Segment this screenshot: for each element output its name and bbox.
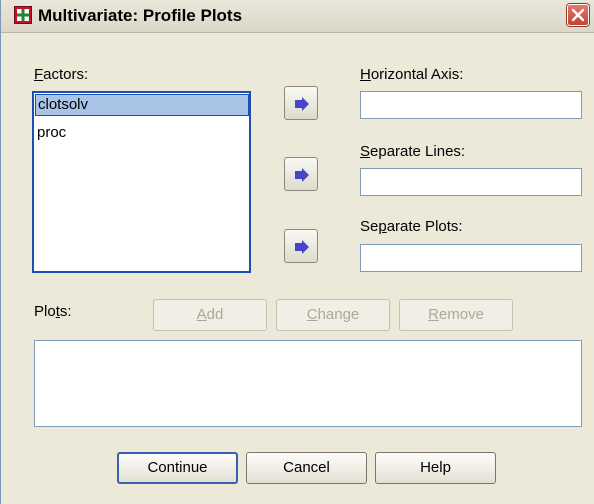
change-button[interactable]: Change (276, 299, 390, 331)
arrow-right-icon (295, 97, 309, 111)
spss-dialog-icon (14, 6, 32, 24)
move-to-separate-lines-button[interactable] (284, 157, 318, 191)
factor-item-label: clotsolv (38, 96, 89, 113)
separate-lines-field[interactable] (360, 168, 582, 196)
plots-listbox[interactable] (34, 340, 582, 427)
move-to-separate-plots-button[interactable] (284, 229, 318, 263)
arrow-right-icon (295, 168, 309, 182)
help-button[interactable]: Help (375, 452, 496, 484)
title-bar[interactable]: Multivariate: Profile Plots (1, 0, 594, 33)
cancel-button[interactable]: Cancel (246, 452, 367, 484)
move-to-horizontal-axis-button[interactable] (284, 86, 318, 120)
close-button[interactable] (567, 4, 589, 26)
factor-item-label: proc (37, 124, 67, 141)
continue-button[interactable]: Continue (117, 452, 238, 484)
plots-label: Plots: (34, 303, 72, 320)
window-title: Multivariate: Profile Plots (38, 6, 243, 25)
horizontal-axis-label: Horizontal Axis: (360, 66, 464, 83)
horizontal-axis-field[interactable] (360, 91, 582, 119)
list-item[interactable]: clotsolv (35, 94, 249, 116)
separate-plots-label: Separate Plots: (360, 218, 463, 235)
add-button[interactable]: Add (153, 299, 267, 331)
list-item[interactable]: proc (35, 122, 249, 144)
separate-lines-label: Separate Lines: (360, 143, 466, 160)
profile-plots-dialog: Multivariate: Profile Plots Factors: clo… (0, 0, 594, 504)
remove-button[interactable]: Remove (399, 299, 513, 331)
factors-label: Factors: (34, 66, 89, 83)
separate-plots-field[interactable] (360, 244, 582, 272)
close-icon (571, 8, 585, 22)
arrow-right-icon (295, 240, 309, 254)
factors-listbox[interactable]: clotsolv proc (32, 91, 251, 273)
